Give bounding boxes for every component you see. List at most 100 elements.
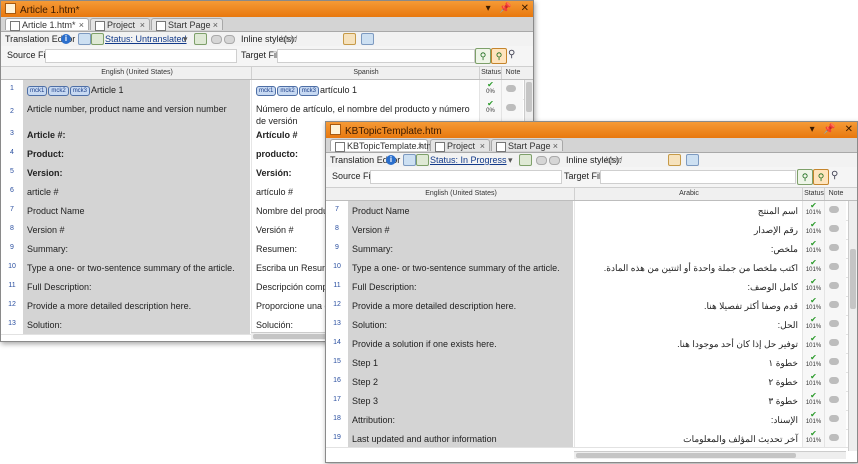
vertical-scrollbar[interactable] <box>848 201 857 451</box>
tab-project[interactable]: Project × <box>90 18 150 31</box>
toggle-icon[interactable] <box>549 156 560 165</box>
note-cell[interactable] <box>824 277 846 296</box>
note-cell[interactable] <box>501 80 523 99</box>
segment-icon[interactable] <box>403 154 416 166</box>
target-text[interactable]: artículo 1 <box>320 85 357 95</box>
target-text[interactable]: خطوة ٣ <box>768 396 798 406</box>
source-cell[interactable]: Provide a more detailed description here… <box>23 296 251 315</box>
table-row[interactable]: 7 Product Name اسم المنتج ✔ 101% <box>326 201 857 221</box>
note-cell[interactable] <box>824 429 846 447</box>
target-text[interactable]: Versión # <box>256 225 294 235</box>
note-cell[interactable] <box>824 334 846 353</box>
pin-icon[interactable]: 📌 <box>823 124 835 135</box>
source-cell[interactable]: Step 1 <box>348 353 574 372</box>
target-cell[interactable]: قدم وصفا أكثر تفصيلا هنا. <box>574 296 802 315</box>
source-filter-input[interactable] <box>370 170 562 184</box>
segment-icon[interactable] <box>78 33 91 45</box>
filter-clear-icon[interactable]: ⚲ <box>491 48 507 64</box>
target-cell[interactable]: رقم الإصدار <box>574 220 802 239</box>
tab-start-page[interactable]: Start Page × <box>151 18 223 31</box>
note-cell[interactable] <box>824 315 846 334</box>
close-icon[interactable]: ✕ <box>845 124 853 135</box>
scroll-thumb[interactable] <box>526 82 532 112</box>
refresh-icon[interactable] <box>519 154 532 166</box>
filter-apply-icon[interactable]: ⚲ <box>475 48 491 64</box>
note-cell[interactable] <box>824 201 846 220</box>
target-text[interactable]: Solución: <box>256 320 293 330</box>
target-cell[interactable]: الإسناد: <box>574 410 802 429</box>
note-cell[interactable] <box>824 410 846 429</box>
table-row[interactable]: 19 Last updated and author information آخر… <box>326 429 857 448</box>
horizontal-scrollbar[interactable] <box>574 451 846 459</box>
target-text[interactable]: Resumen: <box>256 244 297 254</box>
comment-icon[interactable] <box>829 339 839 346</box>
target-column-header[interactable]: Arabic <box>574 188 803 200</box>
source-cell[interactable]: Full Description: <box>23 277 251 296</box>
target-filter-input[interactable] <box>600 170 796 184</box>
inline-tag[interactable]: mck1 <box>27 86 48 96</box>
target-text[interactable]: artículo # <box>256 187 293 197</box>
comment-icon[interactable] <box>829 244 839 251</box>
comment-icon[interactable] <box>829 225 839 232</box>
tab-kbtopictemplate[interactable]: KBTopicTemplate.htm × <box>330 139 434 152</box>
source-cell[interactable]: Type a one- or two-sentence summary of t… <box>348 258 574 277</box>
toggle-icon[interactable] <box>536 156 547 165</box>
note-cell[interactable] <box>824 353 846 372</box>
table-row[interactable]: 12 Provide a more detailed description he… <box>326 296 857 316</box>
search-icon[interactable]: ⚲ <box>508 49 515 60</box>
comment-icon[interactable] <box>506 104 516 111</box>
comment-icon[interactable] <box>829 434 839 441</box>
pin-icon[interactable]: 📌 <box>499 3 511 14</box>
table-row[interactable]: 15 Step 1 خطوة ١ ✔ 101% <box>326 353 857 373</box>
source-cell[interactable]: Product: <box>23 144 251 163</box>
target-cell[interactable]: كامل الوصف: <box>574 277 802 296</box>
source-cell[interactable]: Attribution: <box>348 410 574 429</box>
target-text[interactable]: خطوة ١ <box>768 358 798 368</box>
target-cell[interactable]: خطوة ٣ <box>574 391 802 410</box>
source-cell[interactable]: Summary: <box>23 239 251 258</box>
comment-icon[interactable] <box>829 320 839 327</box>
window-titlebar[interactable]: Article 1.htm* ▾ 📌 ✕ <box>1 1 533 17</box>
table-row[interactable]: 14 Provide a solution if one exists here.… <box>326 334 857 354</box>
window-menu-icon[interactable]: ▾ <box>810 124 815 135</box>
target-cell[interactable]: ملخص: <box>574 239 802 258</box>
toggle-icon[interactable] <box>211 35 222 44</box>
note-cell[interactable] <box>824 372 846 391</box>
inline-tag[interactable]: mck2 <box>48 86 69 96</box>
tab-close-icon[interactable]: × <box>553 140 558 152</box>
source-cell[interactable]: Full Description: <box>348 277 574 296</box>
table-row[interactable]: 18 Attribution: الإسناد: ✔ 101% <box>326 410 857 430</box>
inline-style-select[interactable]: html <box>280 34 297 44</box>
target-text[interactable]: اسم المنتج <box>758 206 798 216</box>
note-cell[interactable] <box>824 296 846 315</box>
close-icon[interactable]: ✕ <box>521 3 529 14</box>
note-cell[interactable] <box>824 258 846 277</box>
source-cell[interactable]: Version # <box>348 220 574 239</box>
window-menu-icon[interactable]: ▾ <box>486 3 491 14</box>
table-row[interactable]: 16 Step 2 خطوة ٢ ✔ 101% <box>326 372 857 392</box>
scroll-thumb[interactable] <box>576 453 796 458</box>
source-cell[interactable]: mck1 mck2 mck3 Article 1 <box>23 80 251 99</box>
target-text[interactable]: producto: <box>256 149 298 159</box>
filter-clear-icon[interactable]: ⚲ <box>813 169 829 185</box>
target-cell[interactable]: آخر تحديث المؤلف والمعلومات <box>574 429 802 447</box>
target-text[interactable]: ملخص: <box>771 244 798 254</box>
source-cell[interactable]: Version # <box>23 220 251 239</box>
comment-icon[interactable] <box>829 206 839 213</box>
source-cell[interactable]: Article #: <box>23 125 251 144</box>
inline-tag[interactable]: mck1 <box>256 86 277 96</box>
source-cell[interactable]: Type a one- or two-sentence summary of t… <box>23 258 251 277</box>
tab-close-icon[interactable]: × <box>213 19 218 31</box>
status-column-header[interactable]: Status <box>802 188 825 200</box>
style-icon[interactable] <box>668 154 681 166</box>
target-text[interactable]: الحل: <box>778 320 798 330</box>
note-column-header[interactable]: Note <box>501 67 524 79</box>
tab-close-icon[interactable]: × <box>79 19 84 31</box>
inline-tag[interactable]: mck2 <box>277 86 298 96</box>
status-dropdown[interactable]: Status: Untranslated <box>105 34 187 44</box>
target-text[interactable]: كامل الوصف: <box>747 282 798 292</box>
target-text[interactable]: اكتب ملخصا من جملة واحدة أو اثنتين من هذ… <box>604 263 798 273</box>
comment-icon[interactable] <box>829 301 839 308</box>
source-cell[interactable]: Step 3 <box>348 391 574 410</box>
target-text[interactable]: رقم الإصدار <box>754 225 798 235</box>
